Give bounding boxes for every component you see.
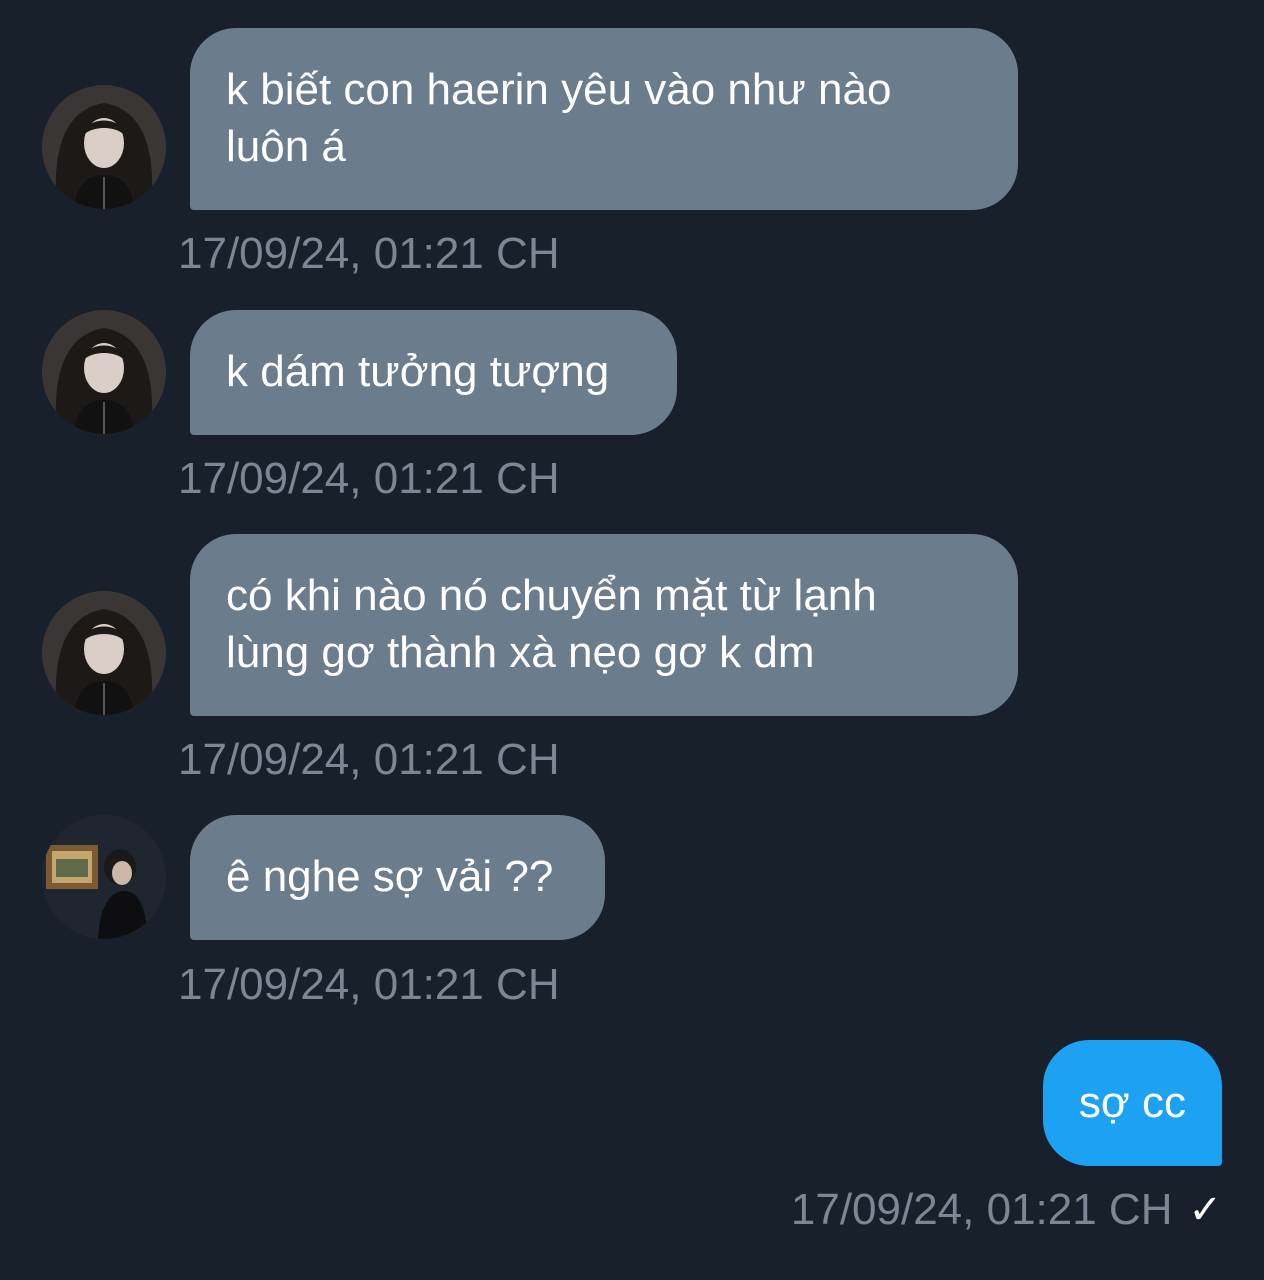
message-timestamp: 17/09/24, 01:21 CH <box>178 454 560 503</box>
message-bubble[interactable]: k biết con haerin yêu vào như nào luôn á <box>190 28 1018 210</box>
message-bubble[interactable]: k dám tưởng tượng <box>190 310 677 435</box>
message-timestamp: 17/09/24, 01:21 CH <box>178 735 560 784</box>
user-avatar[interactable] <box>42 310 166 434</box>
message-bubble[interactable]: ê nghe sợ vải ?? <box>190 815 605 940</box>
user-avatar[interactable] <box>42 85 166 209</box>
user-avatar[interactable] <box>42 815 166 939</box>
message-timestamp: 17/09/24, 01:21 CH <box>178 229 560 278</box>
user-avatar[interactable] <box>42 591 166 715</box>
message-timestamp: 17/09/24, 01:21 CH <box>178 960 560 1009</box>
message-timestamp: 17/09/24, 01:21 CH <box>790 1185 1173 1234</box>
message-bubble[interactable]: có khi nào nó chuyển mặt từ lạnh lùng gơ… <box>190 534 1018 716</box>
message-timestamp-outgoing: 17/09/24, 01:21 CH ✓ <box>791 1184 1222 1236</box>
check-icon: ✓ <box>1188 1188 1222 1232</box>
message-bubble-outgoing[interactable]: sợ cc <box>1042 1040 1222 1166</box>
